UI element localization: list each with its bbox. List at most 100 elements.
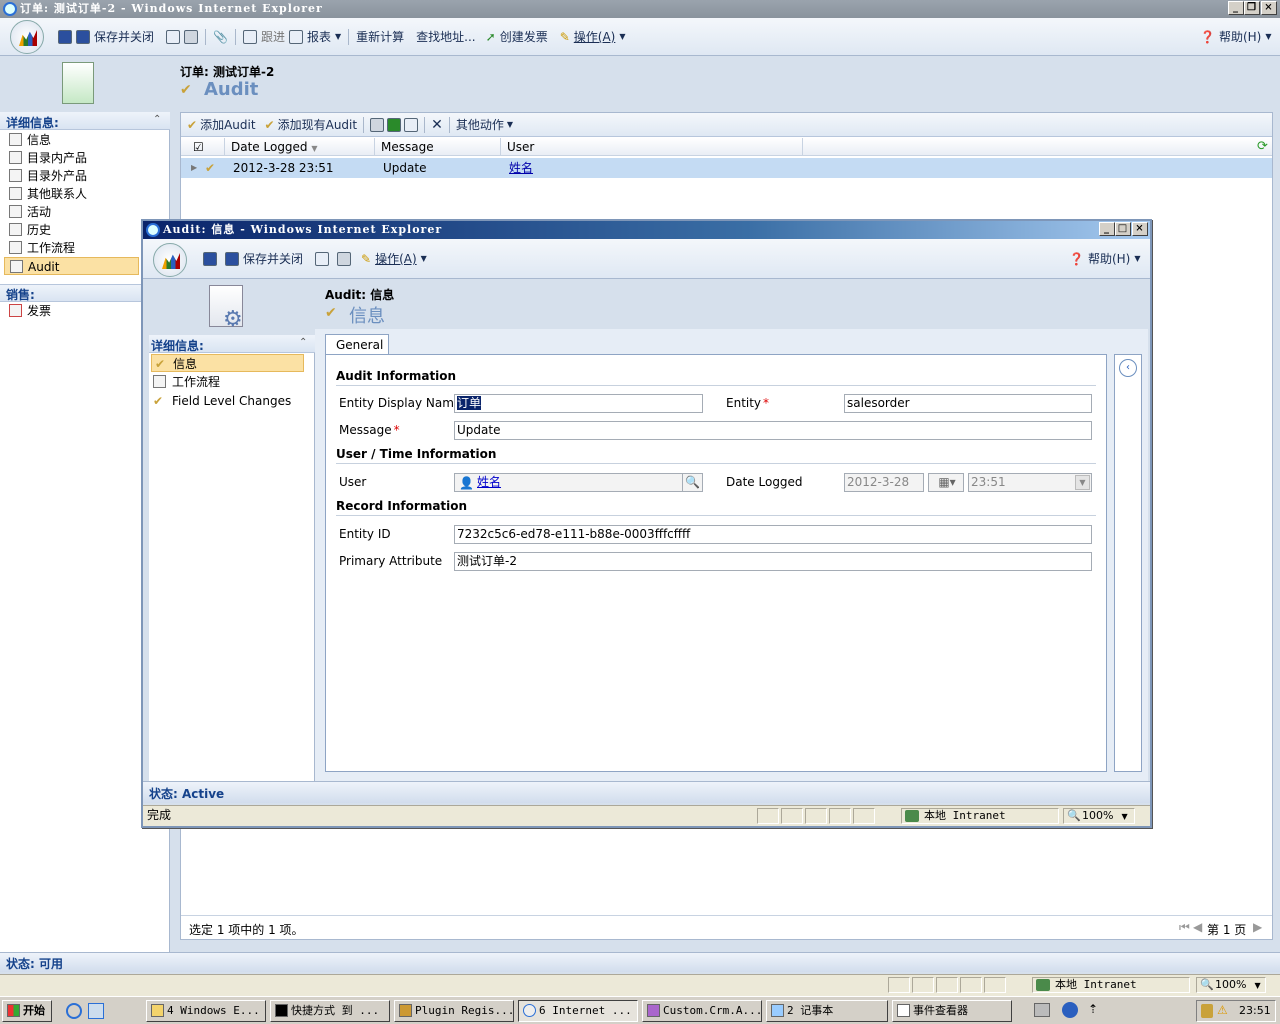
nav-item-writein-products[interactable]: 目录外产品	[0, 167, 169, 185]
start-button[interactable]: 开始	[2, 1000, 52, 1022]
cell-message: Update	[383, 161, 427, 175]
popup-window: Audit: 信息 - Windows Internet Explorer _ …	[141, 219, 1152, 828]
tab-general[interactable]: General	[325, 334, 389, 355]
ie-quicklaunch-icon[interactable]	[66, 1003, 82, 1019]
close-button[interactable]: ×	[1132, 222, 1148, 236]
workflow-icon	[153, 375, 166, 388]
column-message[interactable]: Message	[375, 138, 501, 156]
nav-item-contacts[interactable]: 其他联系人	[0, 185, 169, 203]
pager-next-icon[interactable]: ▶	[1253, 920, 1262, 934]
save-icon[interactable]	[58, 29, 72, 44]
collapse-icon[interactable]: ⌃	[153, 114, 161, 125]
minimize-button[interactable]: _	[1228, 1, 1244, 15]
more-actions-menu[interactable]: 其他动作	[456, 116, 504, 133]
actions-menu[interactable]: 操作(A)	[574, 28, 616, 45]
create-invoice-button[interactable]: 创建发票	[500, 28, 548, 45]
primary-attribute-field[interactable]: 测试订单-2	[454, 552, 1092, 571]
pager-prev-icon[interactable]: ◀	[1193, 920, 1202, 934]
quicklaunch-icon[interactable]	[88, 1003, 104, 1019]
delete-icon[interactable]: ✕	[431, 117, 443, 133]
save-new-icon[interactable]	[315, 251, 330, 266]
tray-volume-icon[interactable]: ⇡	[1088, 1002, 1098, 1016]
taskbar-explorer[interactable]: 4 Windows E...	[146, 1000, 266, 1022]
save-icon[interactable]	[203, 251, 217, 266]
print-icon[interactable]	[337, 251, 352, 266]
reports-button[interactable]: 报表	[307, 28, 331, 45]
zoom-icon: 🔍	[1067, 809, 1081, 822]
nav-item-catalog-products[interactable]: 目录内产品	[0, 149, 169, 167]
add-audit-button[interactable]: 添加Audit	[200, 116, 255, 133]
taskbar-shortcut[interactable]: 快捷方式 到 ...	[270, 1000, 390, 1022]
print-icon[interactable]	[370, 117, 385, 132]
column-label: Date Logged	[231, 140, 308, 154]
maximize-button[interactable]: □	[1115, 222, 1131, 236]
popup-nav-item-info[interactable]: ✔ 信息	[151, 354, 304, 372]
zone-indicator: 本地 Intranet	[1032, 977, 1190, 993]
entity-id-field[interactable]: 7232c5c6-ed78-e111-b88e-0003fffcffff	[454, 525, 1092, 544]
message-field[interactable]: Update	[454, 421, 1092, 440]
mail-merge-icon[interactable]	[404, 117, 419, 132]
follow-up-button[interactable]: 跟进	[261, 28, 285, 45]
user-lookup-link[interactable]: 姓名	[477, 475, 501, 489]
print-icon[interactable]	[184, 29, 199, 44]
popup-nav-item-workflow[interactable]: 工作流程	[149, 373, 314, 391]
taskbar-notepad[interactable]: 2 记事本	[766, 1000, 888, 1022]
paperclip-icon[interactable]: 📎	[213, 30, 228, 44]
taskbar-event-viewer[interactable]: 事件查看器	[892, 1000, 1012, 1022]
add-existing-audit-button[interactable]: 添加现有Audit	[278, 116, 357, 133]
lookup-address-button[interactable]: 查找地址...	[416, 28, 475, 45]
crm-logo-icon	[153, 243, 187, 277]
zoom-control[interactable]: 🔍 100% ▼	[1196, 977, 1266, 993]
save-new-icon[interactable]	[166, 29, 181, 44]
info-icon	[9, 133, 22, 146]
nav-item-label: 其他联系人	[27, 187, 88, 201]
notepad-icon	[771, 1004, 784, 1017]
lookup-icon[interactable]: 🔍	[682, 474, 702, 491]
calendar-button[interactable]: ▦▾	[928, 473, 964, 492]
tray-printer-icon[interactable]	[1034, 1003, 1050, 1017]
recalculate-button[interactable]: 重新计算	[356, 28, 404, 45]
chevron-down-icon[interactable]: ▼	[1075, 475, 1090, 490]
restore-button[interactable]: ❐	[1244, 1, 1260, 15]
table-row[interactable]: ▶ ✔ 2012-3-28 23:51 Update 姓名	[181, 158, 1272, 178]
actions-menu[interactable]: 操作(A)	[375, 250, 417, 267]
taskbar-internet-explorer[interactable]: 6 Internet ...	[518, 1000, 638, 1022]
row-expand-icon[interactable]: ▶	[191, 158, 197, 178]
help-menu[interactable]: 帮助(H)	[1088, 250, 1130, 267]
taskbar-plugin-registration[interactable]: Plugin Regis...	[394, 1000, 514, 1022]
help-menu[interactable]: 帮助(H)	[1219, 28, 1261, 45]
entity-field[interactable]: salesorder	[844, 394, 1092, 413]
toolbar-separator	[348, 28, 350, 45]
warning-icon[interactable]: ⚠	[1217, 1003, 1228, 1017]
chevron-down-icon: ▼	[335, 32, 342, 41]
toolbar-separator	[448, 116, 450, 133]
entity-display-name-value: 订单	[457, 396, 482, 410]
popup-nav-item-field-level-changes[interactable]: ✔ Field Level Changes	[149, 392, 314, 410]
save-close-button[interactable]: 保存并关闭	[243, 250, 303, 267]
column-date-logged[interactable]: Date Logged ▼	[225, 138, 375, 156]
taskbar-custom-crm[interactable]: Custom.Crm.A...	[642, 1000, 762, 1022]
time-logged-field[interactable]: 23:51 ▼	[968, 473, 1092, 492]
save-close-button[interactable]: 保存并关闭	[94, 28, 154, 45]
close-button[interactable]: ×	[1261, 1, 1277, 15]
refresh-icon[interactable]: ⟳	[1257, 139, 1268, 154]
column-user[interactable]: User	[501, 138, 803, 156]
collapse-side-panel-icon[interactable]: ‹	[1119, 359, 1137, 377]
pager-first-icon[interactable]: ⏮	[1179, 920, 1190, 935]
excel-export-icon[interactable]	[387, 117, 402, 132]
tray-help-icon[interactable]	[1062, 1002, 1078, 1018]
entity-display-name-field[interactable]: 订单	[454, 394, 703, 413]
select-all-checkbox[interactable]: ☑	[181, 138, 225, 156]
date-logged-field[interactable]: 2012-3-28	[844, 473, 924, 492]
collapse-icon[interactable]: ⌃	[299, 337, 307, 348]
security-shield-icon[interactable]	[1201, 1004, 1213, 1018]
minimize-button[interactable]: _	[1099, 222, 1115, 236]
chevron-down-icon: ▼	[1134, 254, 1141, 263]
user-lookup-field[interactable]: 👤 姓名 🔍	[454, 473, 703, 492]
nav-item-info[interactable]: 信息	[0, 131, 169, 149]
zoom-control[interactable]: 🔍 100% ▼	[1063, 808, 1135, 824]
pager-label: 第 1 页	[1207, 923, 1247, 937]
start-label: 开始	[23, 1004, 45, 1017]
nav-item-audit[interactable]: Audit	[4, 257, 139, 275]
cell-user-link[interactable]: 姓名	[509, 158, 533, 178]
